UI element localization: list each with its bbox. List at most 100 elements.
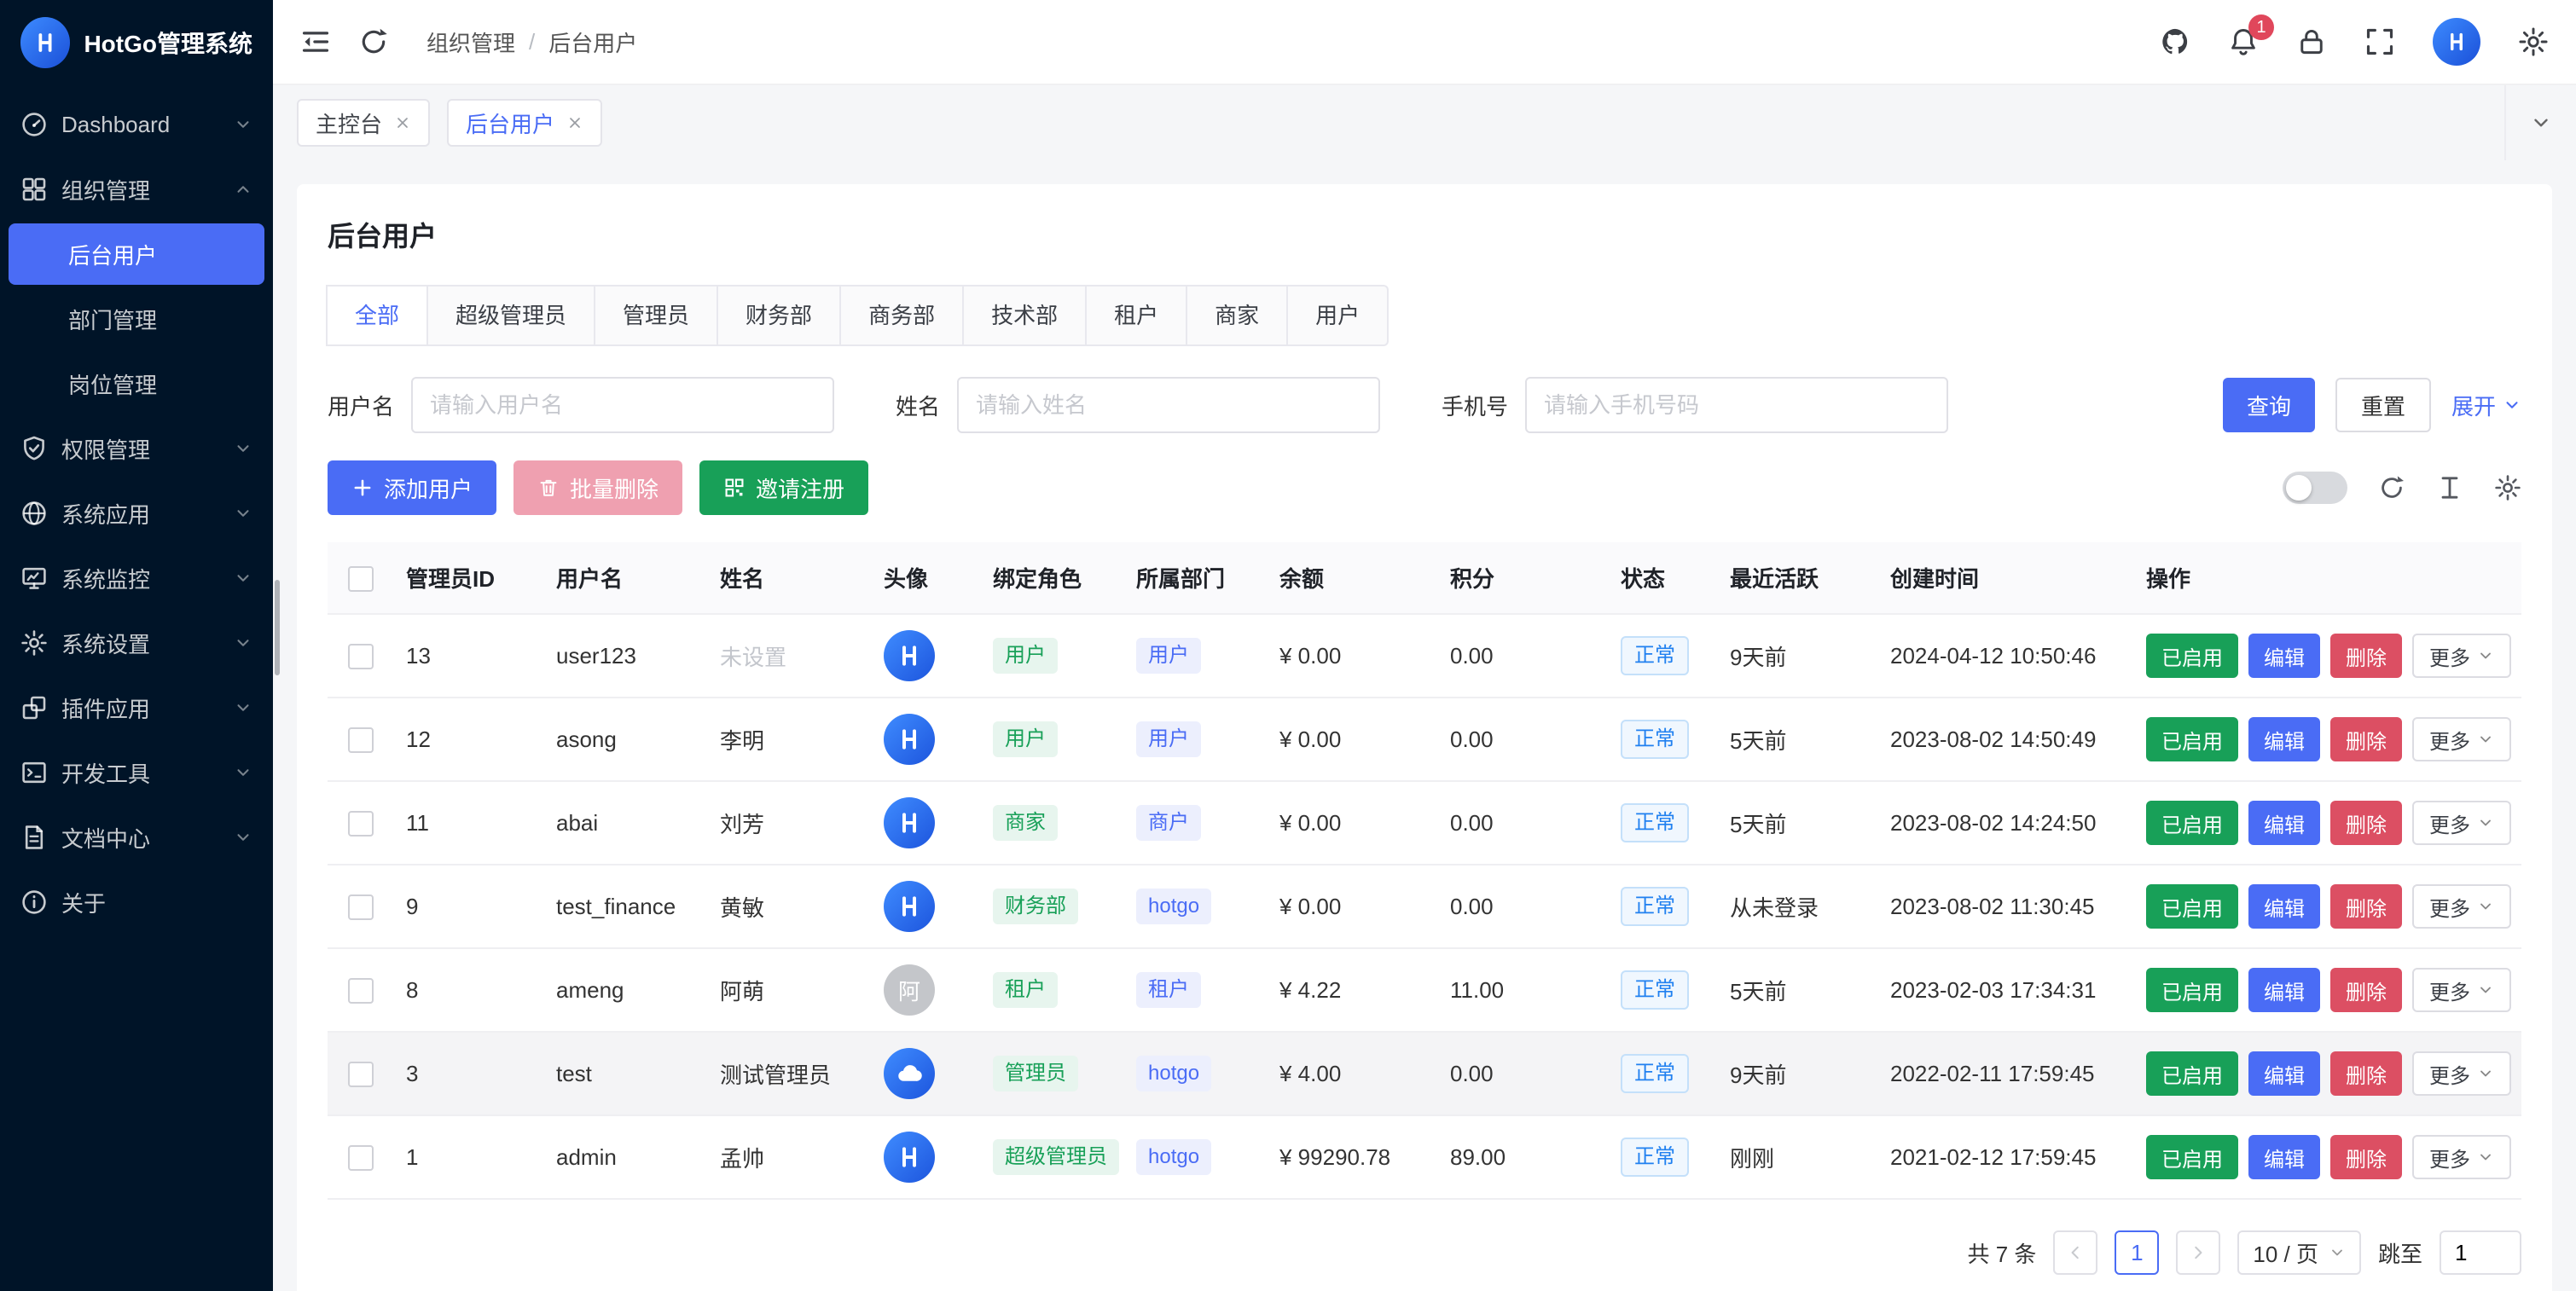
batch-delete-button[interactable]: 批量删除 xyxy=(513,460,682,515)
column-header[interactable]: 绑定角色 xyxy=(979,542,1123,614)
row-checkbox[interactable] xyxy=(348,978,374,1004)
more-button[interactable]: 更多 xyxy=(2412,801,2511,845)
more-button[interactable]: 更多 xyxy=(2412,1135,2511,1179)
breadcrumb-item[interactable]: 组织管理 xyxy=(426,26,515,58)
filter-tab-admin[interactable]: 管理员 xyxy=(594,285,718,346)
row-checkbox[interactable] xyxy=(348,811,374,837)
column-header[interactable]: 操作 xyxy=(2132,542,2521,614)
edit-button[interactable]: 编辑 xyxy=(2248,801,2320,845)
column-header[interactable]: 创建时间 xyxy=(1877,542,2132,614)
menu-fold-icon[interactable] xyxy=(300,26,331,57)
filter-tab-tenant[interactable]: 租户 xyxy=(1085,285,1187,346)
sidebar-item-plugins[interactable]: 插件应用 xyxy=(0,675,273,740)
column-header[interactable]: 最近活跃 xyxy=(1716,542,1877,614)
user-avatar[interactable] xyxy=(2433,18,2480,66)
goto-page-input[interactable] xyxy=(2440,1230,2521,1275)
edit-button[interactable]: 编辑 xyxy=(2248,634,2320,678)
delete-button[interactable]: 删除 xyxy=(2330,634,2402,678)
column-header[interactable]: 管理员ID xyxy=(392,542,542,614)
sidebar-item-positions[interactable]: 岗位管理 xyxy=(0,351,273,416)
enabled-button[interactable]: 已启用 xyxy=(2146,884,2238,929)
enabled-button[interactable]: 已启用 xyxy=(2146,717,2238,761)
delete-button[interactable]: 删除 xyxy=(2330,717,2402,761)
scrollbar-thumb[interactable] xyxy=(275,580,280,675)
sidebar-item-dev-tools[interactable]: 开发工具 xyxy=(0,740,273,805)
tabs-dropdown-button[interactable] xyxy=(2504,85,2576,160)
sidebar-item-org-management[interactable]: 组织管理 xyxy=(0,157,273,222)
filter-tab-merchant[interactable]: 商家 xyxy=(1186,285,1288,346)
sidebar-item-admin-users[interactable]: 后台用户 xyxy=(9,223,264,285)
page-number-button[interactable]: 1 xyxy=(2115,1230,2159,1275)
more-button[interactable]: 更多 xyxy=(2412,968,2511,1012)
sidebar-item-permissions[interactable]: 权限管理 xyxy=(0,416,273,481)
column-header[interactable]: 余额 xyxy=(1266,542,1436,614)
enabled-button[interactable]: 已启用 xyxy=(2146,1135,2238,1179)
column-settings-icon[interactable] xyxy=(2494,474,2521,501)
row-checkbox[interactable] xyxy=(348,644,374,669)
expand-filters-button[interactable]: 展开 xyxy=(2451,390,2521,421)
delete-button[interactable]: 删除 xyxy=(2330,801,2402,845)
lock-screen-icon[interactable] xyxy=(2296,26,2327,57)
close-icon[interactable] xyxy=(566,114,583,131)
page-size-select[interactable]: 10 / 页 xyxy=(2237,1230,2361,1275)
row-checkbox[interactable] xyxy=(348,1062,374,1087)
invite-register-button[interactable]: 邀请注册 xyxy=(699,460,868,515)
sidebar-item-docs[interactable]: 文档中心 xyxy=(0,805,273,870)
filter-tab-user[interactable]: 用户 xyxy=(1286,285,1389,346)
edit-button[interactable]: 编辑 xyxy=(2248,717,2320,761)
filter-tab-super-admin[interactable]: 超级管理员 xyxy=(426,285,595,346)
column-header[interactable]: 状态 xyxy=(1607,542,1716,614)
sidebar-item-system-settings[interactable]: 系统设置 xyxy=(0,611,273,675)
next-page-button[interactable] xyxy=(2176,1230,2220,1275)
enabled-button[interactable]: 已启用 xyxy=(2146,801,2238,845)
name-input[interactable] xyxy=(957,377,1380,433)
column-header[interactable]: 姓名 xyxy=(706,542,870,614)
column-header[interactable]: 用户名 xyxy=(542,542,706,614)
tab-admin-users[interactable]: 后台用户 xyxy=(447,99,602,147)
more-button[interactable]: 更多 xyxy=(2412,884,2511,929)
sidebar-item-departments[interactable]: 部门管理 xyxy=(0,287,273,351)
more-button[interactable]: 更多 xyxy=(2412,1051,2511,1096)
delete-button[interactable]: 删除 xyxy=(2330,968,2402,1012)
enabled-button[interactable]: 已启用 xyxy=(2146,634,2238,678)
enabled-button[interactable]: 已启用 xyxy=(2146,968,2238,1012)
row-height-icon[interactable] xyxy=(2436,474,2463,501)
fullscreen-icon[interactable] xyxy=(2364,26,2395,57)
edit-button[interactable]: 编辑 xyxy=(2248,1051,2320,1096)
notifications-button[interactable]: 1 xyxy=(2228,26,2259,57)
prev-page-button[interactable] xyxy=(2053,1230,2097,1275)
reset-button[interactable]: 重置 xyxy=(2335,378,2431,432)
add-user-button[interactable]: 添加用户 xyxy=(328,460,496,515)
edit-button[interactable]: 编辑 xyxy=(2248,1135,2320,1179)
more-button[interactable]: 更多 xyxy=(2412,634,2511,678)
column-header[interactable]: 头像 xyxy=(870,542,979,614)
delete-button[interactable]: 删除 xyxy=(2330,1051,2402,1096)
filter-tab-finance[interactable]: 财务部 xyxy=(717,285,841,346)
column-header[interactable]: 所属部门 xyxy=(1123,542,1266,614)
edit-button[interactable]: 编辑 xyxy=(2248,884,2320,929)
filter-tab-tech[interactable]: 技术部 xyxy=(962,285,1087,346)
delete-button[interactable]: 删除 xyxy=(2330,884,2402,929)
select-all-checkbox[interactable] xyxy=(348,566,374,592)
column-header[interactable]: 积分 xyxy=(1436,542,1607,614)
close-icon[interactable] xyxy=(394,114,411,131)
table-setting-toggle[interactable] xyxy=(2283,472,2347,504)
edit-button[interactable]: 编辑 xyxy=(2248,968,2320,1012)
settings-gear-icon[interactable] xyxy=(2518,26,2549,57)
username-input[interactable] xyxy=(411,377,834,433)
row-checkbox[interactable] xyxy=(348,894,374,920)
filter-tab-all[interactable]: 全部 xyxy=(326,285,428,346)
sidebar-item-system-monitor[interactable]: 系统监控 xyxy=(0,546,273,611)
reload-table-icon[interactable] xyxy=(2378,474,2405,501)
sidebar-item-system-apps[interactable]: 系统应用 xyxy=(0,481,273,546)
enabled-button[interactable]: 已启用 xyxy=(2146,1051,2238,1096)
sidebar-item-about[interactable]: 关于 xyxy=(0,870,273,935)
delete-button[interactable]: 删除 xyxy=(2330,1135,2402,1179)
phone-input[interactable] xyxy=(1525,377,1948,433)
row-checkbox[interactable] xyxy=(348,1145,374,1171)
sidebar-item-dashboard[interactable]: Dashboard xyxy=(0,92,273,157)
refresh-icon[interactable] xyxy=(358,26,389,57)
search-button[interactable]: 查询 xyxy=(2223,378,2315,432)
github-icon[interactable] xyxy=(2160,26,2190,57)
more-button[interactable]: 更多 xyxy=(2412,717,2511,761)
